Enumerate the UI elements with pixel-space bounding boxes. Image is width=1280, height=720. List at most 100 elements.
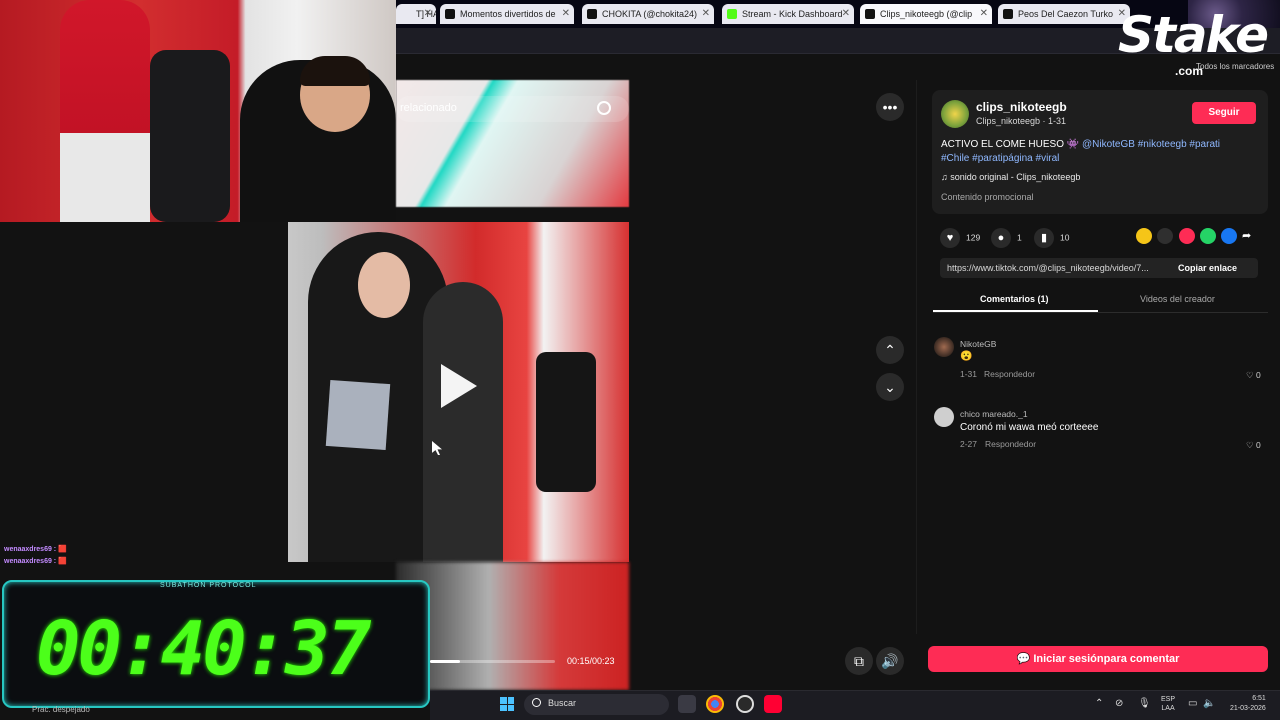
send-icon[interactable] (1179, 228, 1195, 244)
promo-label: Contenido promocional (941, 192, 1034, 202)
more-options-icon[interactable]: ••• (876, 93, 904, 121)
tab-label: Momentos divertidos de (460, 9, 556, 19)
subathon-label: SUBATHON PROTOCOL (160, 582, 257, 589)
tab-comments[interactable]: Comentarios (1) (980, 294, 1049, 304)
webcam-person-left (60, 0, 150, 222)
video-shirt-patch (325, 379, 391, 451)
whatsapp-icon[interactable] (1200, 228, 1216, 244)
comment-author[interactable]: NikoteGB (960, 339, 996, 349)
display-icon[interactable]: ▭ (1188, 698, 1197, 709)
close-icon[interactable]: ✕ (424, 4, 432, 24)
stake-logo: Stake (1118, 6, 1269, 64)
browser-tab[interactable]: Momentos divertidos de ✕ (440, 4, 574, 24)
video-time: 00:15/00:23 (567, 656, 615, 666)
tab-creator-videos[interactable]: Videos del creador (1140, 294, 1215, 304)
author-name[interactable]: clips_nikoteegb (976, 100, 1067, 114)
video-person-face (358, 252, 410, 318)
avatar[interactable] (934, 407, 954, 427)
video-link[interactable]: https://www.tiktok.com/@clips_nikoteegb/… (947, 263, 1173, 273)
browser-tab[interactable]: T] HA✕ (396, 4, 436, 24)
chevron-down-icon[interactable]: ⌄ (876, 373, 904, 401)
video-progress-bar[interactable] (430, 660, 555, 663)
webcam-overlay (0, 0, 396, 222)
embed-icon[interactable] (1157, 228, 1173, 244)
windows-start-icon[interactable] (500, 697, 514, 711)
reply-button[interactable]: Respondedor (984, 369, 1035, 379)
copy-link-button[interactable]: Copiar enlace (1178, 263, 1237, 273)
close-icon[interactable]: ✕ (842, 4, 850, 24)
clock-time: 6:51 (1252, 695, 1266, 702)
avatar[interactable] (934, 337, 954, 357)
taskbar-search[interactable]: Buscar (524, 694, 669, 715)
close-icon[interactable]: ✕ (562, 4, 570, 24)
subathon-timer: 00:40:37 (36, 606, 371, 692)
avatar[interactable] (941, 100, 969, 128)
play-icon[interactable] (441, 364, 477, 408)
language-top: ESP (1161, 696, 1176, 703)
tab-label: CHOKITA (@chokita24) (602, 9, 697, 19)
chat-message: wenaaxdres69 : 🟥 (4, 546, 67, 553)
search-placeholder: relacionado (400, 102, 457, 114)
reply-button[interactable]: Respondedor (985, 439, 1036, 449)
like-button[interactable]: ♥ 129 (940, 228, 980, 248)
browser-tab[interactable]: CHOKITA (@chokita24) ✕ (582, 4, 714, 24)
comment-like-button[interactable]: ♡ 0 (1246, 440, 1261, 451)
tab-label: Stream - Kick Dashboard (742, 9, 843, 19)
browser-tab[interactable]: Peos Del Caezon Turko ✕ (998, 4, 1130, 24)
search-icon (532, 698, 541, 707)
microphone-icon[interactable]: 🎙 (1138, 698, 1151, 709)
close-icon[interactable]: ✕ (980, 4, 988, 24)
tab-divider (933, 312, 1268, 313)
close-icon[interactable]: ✕ (702, 4, 710, 24)
clock-date: 21-03-2026 (1230, 705, 1266, 712)
share-arrow-icon[interactable]: ➦ (1242, 228, 1258, 244)
comment-author[interactable]: chico mareado._1 (960, 409, 1028, 419)
chrome-icon[interactable] (706, 695, 724, 713)
bookmark-icon: ▮ (1034, 228, 1054, 248)
tiktok-icon (587, 9, 597, 19)
comment-text: 😮 (960, 351, 973, 362)
language-bottom: LAA (1161, 705, 1175, 712)
comment-date: 1-31 (960, 369, 978, 379)
floating-player-icon[interactable]: ⧉ (845, 647, 873, 675)
network-off-icon[interactable]: ⊘ (1115, 698, 1123, 709)
save-button[interactable]: ▮ 10 (1034, 228, 1069, 248)
coin-icon[interactable] (1136, 228, 1152, 244)
chevron-up-icon[interactable]: ⌃ (876, 336, 904, 364)
taskbar-clock[interactable]: 6:51 21-03-2026 (1230, 694, 1266, 714)
search-bar[interactable]: relacionado (396, 96, 629, 122)
search-icon[interactable] (597, 101, 611, 115)
chat-message: wenaaxdres69 : 🟥 (4, 558, 67, 565)
comment-like-button[interactable]: ♡ 0 (1246, 370, 1261, 381)
login-to-comment-button[interactable]: 💬 Iniciar sesiónpara comentar (928, 646, 1268, 672)
description-text: ACTIVO EL COME HUESO 👾 (941, 139, 1080, 150)
youtube-icon[interactable] (764, 695, 782, 713)
browser-tab[interactable]: Stream - Kick Dashboard ✕ (722, 4, 854, 24)
all-bookmarks-label[interactable]: Todos los marcadores (1196, 62, 1274, 71)
speaker-icon[interactable]: 🔈 (1203, 698, 1215, 709)
obs-icon[interactable] (736, 695, 754, 713)
save-count: 10 (1060, 232, 1070, 243)
heart-icon: ♥ (940, 228, 960, 248)
comment-icon: ● (991, 228, 1011, 248)
sound-link[interactable]: ♫ sonido original - Clips_nikoteegb (941, 172, 1080, 182)
like-count: 129 (966, 232, 981, 243)
browser-tab-active[interactable]: Clips_nikoteegb (@clip ✕ (860, 4, 992, 24)
volume-icon[interactable]: 🔊 (876, 647, 904, 675)
description-tags[interactable]: @NikoteGB #nikoteegb #parati (1082, 139, 1220, 150)
video-gaming-chair (536, 352, 596, 492)
weather-text: Prac. despejado (32, 705, 90, 714)
comment-button[interactable]: ● 1 (991, 228, 1022, 248)
video-person-boy (423, 282, 503, 562)
tiktok-icon (865, 9, 875, 19)
next-video-preview[interactable] (396, 562, 629, 690)
comment-text: Coronó mi wawa meó corteeee (960, 422, 1099, 433)
language-indicator[interactable]: ESP LAA (1161, 695, 1175, 713)
tab-label: Clips_nikoteegb (@clip (880, 9, 973, 19)
task-view-icon[interactable] (678, 695, 696, 713)
follow-button[interactable]: Seguir (1192, 102, 1256, 124)
description-tags-2[interactable]: #Chile #paratipágina #viral (941, 153, 1059, 164)
facebook-icon[interactable] (1221, 228, 1237, 244)
webcam-gaming-chair (150, 50, 230, 222)
chevron-up-icon[interactable]: ⌃ (1095, 698, 1103, 709)
